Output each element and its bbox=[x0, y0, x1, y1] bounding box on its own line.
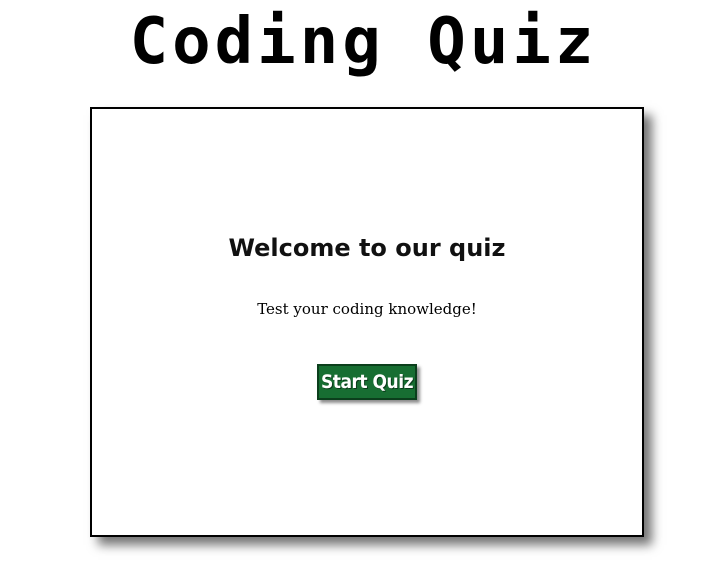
tagline-text: Test your coding knowledge! bbox=[257, 300, 477, 318]
welcome-heading: Welcome to our quiz bbox=[228, 234, 506, 262]
quiz-card: Welcome to our quiz Test your coding kno… bbox=[90, 107, 644, 537]
start-quiz-button[interactable]: Start Quiz bbox=[317, 364, 417, 400]
page: Coding Quiz Welcome to our quiz Test you… bbox=[0, 0, 727, 577]
app-title: Coding Quiz bbox=[129, 5, 598, 79]
